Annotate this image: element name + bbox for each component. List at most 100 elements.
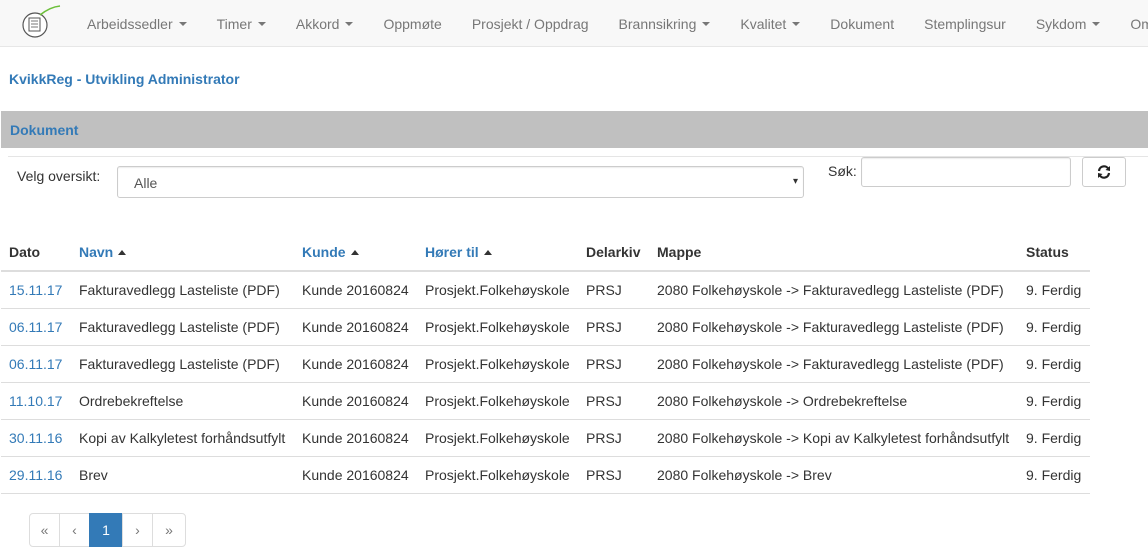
first-page-button[interactable]: « [29, 513, 60, 547]
cell-status: 9. Ferdig [1018, 344, 1090, 382]
caret-down-icon [345, 21, 354, 26]
documents-table: Dato Navn Kunde Hører til Delarkiv Mappe… [1, 233, 1090, 494]
table-row[interactable]: 11.10.17 Ordrebekreftelse Kunde 20160824 Pr… [1, 381, 1090, 419]
cell-kunde: Kunde 20160824 [294, 307, 417, 345]
cell-mappe: 2080 Folkehøyskole -> Fakturavedlegg Las… [649, 344, 1018, 382]
caret-down-icon [1092, 21, 1101, 26]
cell-navn: Fakturavedlegg Lasteliste (PDF) [71, 270, 294, 308]
nav-item-sykdom[interactable]: Sykdom [1021, 0, 1116, 47]
chevron-down-icon: ▾ [792, 176, 798, 187]
refresh-button[interactable] [1082, 157, 1126, 187]
cell-dato[interactable]: 06.11.17 [1, 307, 71, 345]
cell-horer-til: Prosjekt.Folkehøyskole [417, 381, 578, 419]
cell-delarkiv: PRSJ [578, 270, 649, 308]
pagination: « ‹ 1 › » [29, 513, 186, 547]
cell-navn: Kopi av Kalkyletest forhåndsutfylt [71, 418, 294, 456]
cell-status: 9. Ferdig [1018, 455, 1090, 494]
table-row[interactable]: 06.11.17 Fakturavedlegg Lasteliste (PDF) K… [1, 344, 1090, 382]
nav-item-kvalitet[interactable]: Kvalitet [725, 0, 815, 47]
cell-status: 9. Ferdig [1018, 381, 1090, 419]
cell-mappe: 2080 Folkehøyskole -> Kopi av Kalkyletes… [649, 418, 1018, 456]
column-header-status: Status [1018, 233, 1090, 272]
table-row[interactable]: 15.11.17 Fakturavedlegg Lasteliste (PDF) K… [1, 270, 1090, 308]
cell-kunde: Kunde 20160824 [294, 455, 417, 494]
prev-page-button[interactable]: ‹ [59, 513, 90, 547]
cell-delarkiv: PRSJ [578, 344, 649, 382]
cell-status: 9. Ferdig [1018, 307, 1090, 345]
cell-delarkiv: PRSJ [578, 381, 649, 419]
cell-horer-til: Prosjekt.Folkehøyskole [417, 418, 578, 456]
nav-item-timer[interactable]: Timer [202, 0, 281, 47]
cell-delarkiv: PRSJ [578, 455, 649, 494]
cell-dato[interactable]: 11.10.17 [1, 381, 71, 419]
nav-item-label: Kvalitet [740, 15, 787, 32]
search-input[interactable] [861, 157, 1071, 187]
nav-item-dokument[interactable]: Dokument [815, 0, 909, 47]
cell-dato[interactable]: 30.11.16 [1, 418, 71, 456]
last-page-button[interactable]: » [152, 513, 186, 547]
cell-horer-til: Prosjekt.Folkehøyskole [417, 270, 578, 308]
sort-asc-icon [118, 249, 127, 255]
refresh-icon [1097, 165, 1111, 179]
cell-dato[interactable]: 29.11.16 [1, 455, 71, 494]
nav-item-label: Arbeidssedler [87, 15, 173, 32]
search-label: Søk: [828, 163, 857, 179]
page-button-current[interactable]: 1 [89, 513, 123, 547]
cell-mappe: 2080 Folkehøyskole -> Fakturavedlegg Las… [649, 270, 1018, 308]
top-navbar: Arbeidssedler Timer Akkord Oppmøte Prosjekt … [0, 0, 1148, 47]
nav-item-stemplingsur[interactable]: Stemplingsur [909, 0, 1021, 47]
cell-kunde: Kunde 20160824 [294, 418, 417, 456]
cell-navn: Fakturavedlegg Lasteliste (PDF) [71, 307, 294, 345]
nav-item-label: Prosjekt / Oppdrag [471, 15, 589, 32]
nav-item-label: Akkord [295, 15, 340, 32]
caret-down-icon [792, 21, 801, 26]
nav-item-label: Om [1130, 15, 1148, 32]
cell-dato[interactable]: 15.11.17 [1, 270, 71, 308]
cell-navn: Fakturavedlegg Lasteliste (PDF) [71, 344, 294, 382]
section-title: Dokument [10, 122, 79, 138]
cell-horer-til: Prosjekt.Folkehøyskole [417, 344, 578, 382]
cell-mappe: 2080 Folkehøyskole -> Ordrebekreftelse [649, 381, 1018, 419]
cell-status: 9. Ferdig [1018, 270, 1090, 308]
nav-item-prosjekt-oppdrag[interactable]: Prosjekt / Oppdrag [457, 0, 604, 47]
table-row[interactable]: 30.11.16 Kopi av Kalkyletest forhåndsutfy… [1, 418, 1090, 456]
nav-item-label: Timer [216, 15, 252, 32]
nav-item-brannsikring[interactable]: Brannsikring [604, 0, 726, 47]
cell-delarkiv: PRSJ [578, 307, 649, 345]
caret-down-icon [178, 21, 187, 26]
cell-kunde: Kunde 20160824 [294, 381, 417, 419]
table-row[interactable]: 29.11.16 Brev Kunde 20160824 Prosjekt.Folke… [1, 455, 1090, 494]
cell-navn: Ordrebekreftelse [71, 381, 294, 419]
column-header-kunde[interactable]: Kunde [294, 233, 417, 272]
column-header-delarkiv: Delarkiv [578, 233, 649, 272]
cell-delarkiv: PRSJ [578, 418, 649, 456]
column-header-navn[interactable]: Navn [71, 233, 294, 272]
next-page-button[interactable]: › [122, 513, 153, 547]
caret-down-icon [702, 21, 711, 26]
nav-item-label: Stemplingsur [924, 15, 1006, 32]
cell-status: 9. Ferdig [1018, 418, 1090, 456]
column-header-dato: Dato [1, 233, 71, 272]
nav-menu: Arbeidssedler Timer Akkord Oppmøte Prosjekt … [72, 0, 1148, 47]
nav-item-akkord[interactable]: Akkord [281, 0, 369, 47]
column-header-horer-til[interactable]: Hører til [417, 233, 578, 272]
cell-mappe: 2080 Folkehøyskole -> Fakturavedlegg Las… [649, 307, 1018, 345]
document-logo-icon[interactable] [20, 5, 62, 41]
table-row[interactable]: 06.11.17 Fakturavedlegg Lasteliste (PDF) K… [1, 307, 1090, 345]
nav-item-label: Brannsikring [618, 15, 697, 32]
overview-select-value: Alle [134, 175, 158, 191]
app-title: KvikkReg - Utvikling Administrator [9, 71, 240, 87]
cell-horer-til: Prosjekt.Folkehøyskole [417, 455, 578, 494]
table-body: 15.11.17 Fakturavedlegg Lasteliste (PDF) K… [1, 270, 1090, 494]
cell-mappe: 2080 Folkehøyskole -> Brev [649, 455, 1018, 494]
cell-navn: Brev [71, 455, 294, 494]
cell-horer-til: Prosjekt.Folkehøyskole [417, 307, 578, 345]
nav-item-label: Dokument [830, 15, 895, 32]
nav-item-oppmøte[interactable]: Oppmøte [368, 0, 456, 47]
cell-dato[interactable]: 06.11.17 [1, 344, 71, 382]
table-header-row: Dato Navn Kunde Hører til Delarkiv Mappe… [1, 233, 1090, 272]
overview-select[interactable]: Alle ▾ [117, 166, 804, 198]
nav-item-arbeidssedler[interactable]: Arbeidssedler [72, 0, 202, 47]
filter-label: Velg oversikt: [17, 168, 101, 184]
nav-item-om[interactable]: Om [1115, 0, 1148, 47]
